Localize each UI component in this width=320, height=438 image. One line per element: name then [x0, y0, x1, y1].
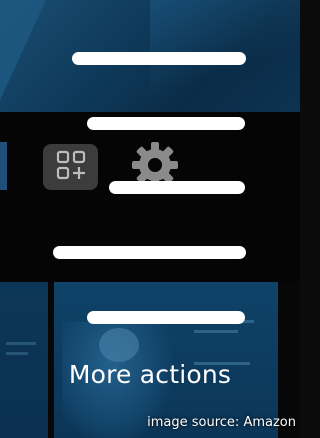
tile-text-line: [194, 330, 238, 333]
hero-artwork: [0, 0, 46, 100]
menu-pill-4: [53, 246, 246, 259]
menu-pill-5: [87, 311, 245, 324]
tv-home-screen: More actions image source: Amazon: [0, 0, 300, 438]
add-apps-button[interactable]: [43, 144, 98, 190]
caption-title: More actions: [68, 360, 232, 389]
tile-text-line: [6, 342, 36, 345]
nav-tile-partial[interactable]: [0, 142, 7, 190]
add-apps-icon: [56, 150, 86, 184]
menu-pill-3: [109, 181, 245, 194]
tile-text-line: [6, 352, 28, 355]
menu-pill-2: [87, 117, 245, 130]
tile-artwork-figure: [99, 328, 139, 362]
menu-pill-1: [72, 52, 246, 65]
image-credit: image source: Amazon: [147, 415, 296, 430]
